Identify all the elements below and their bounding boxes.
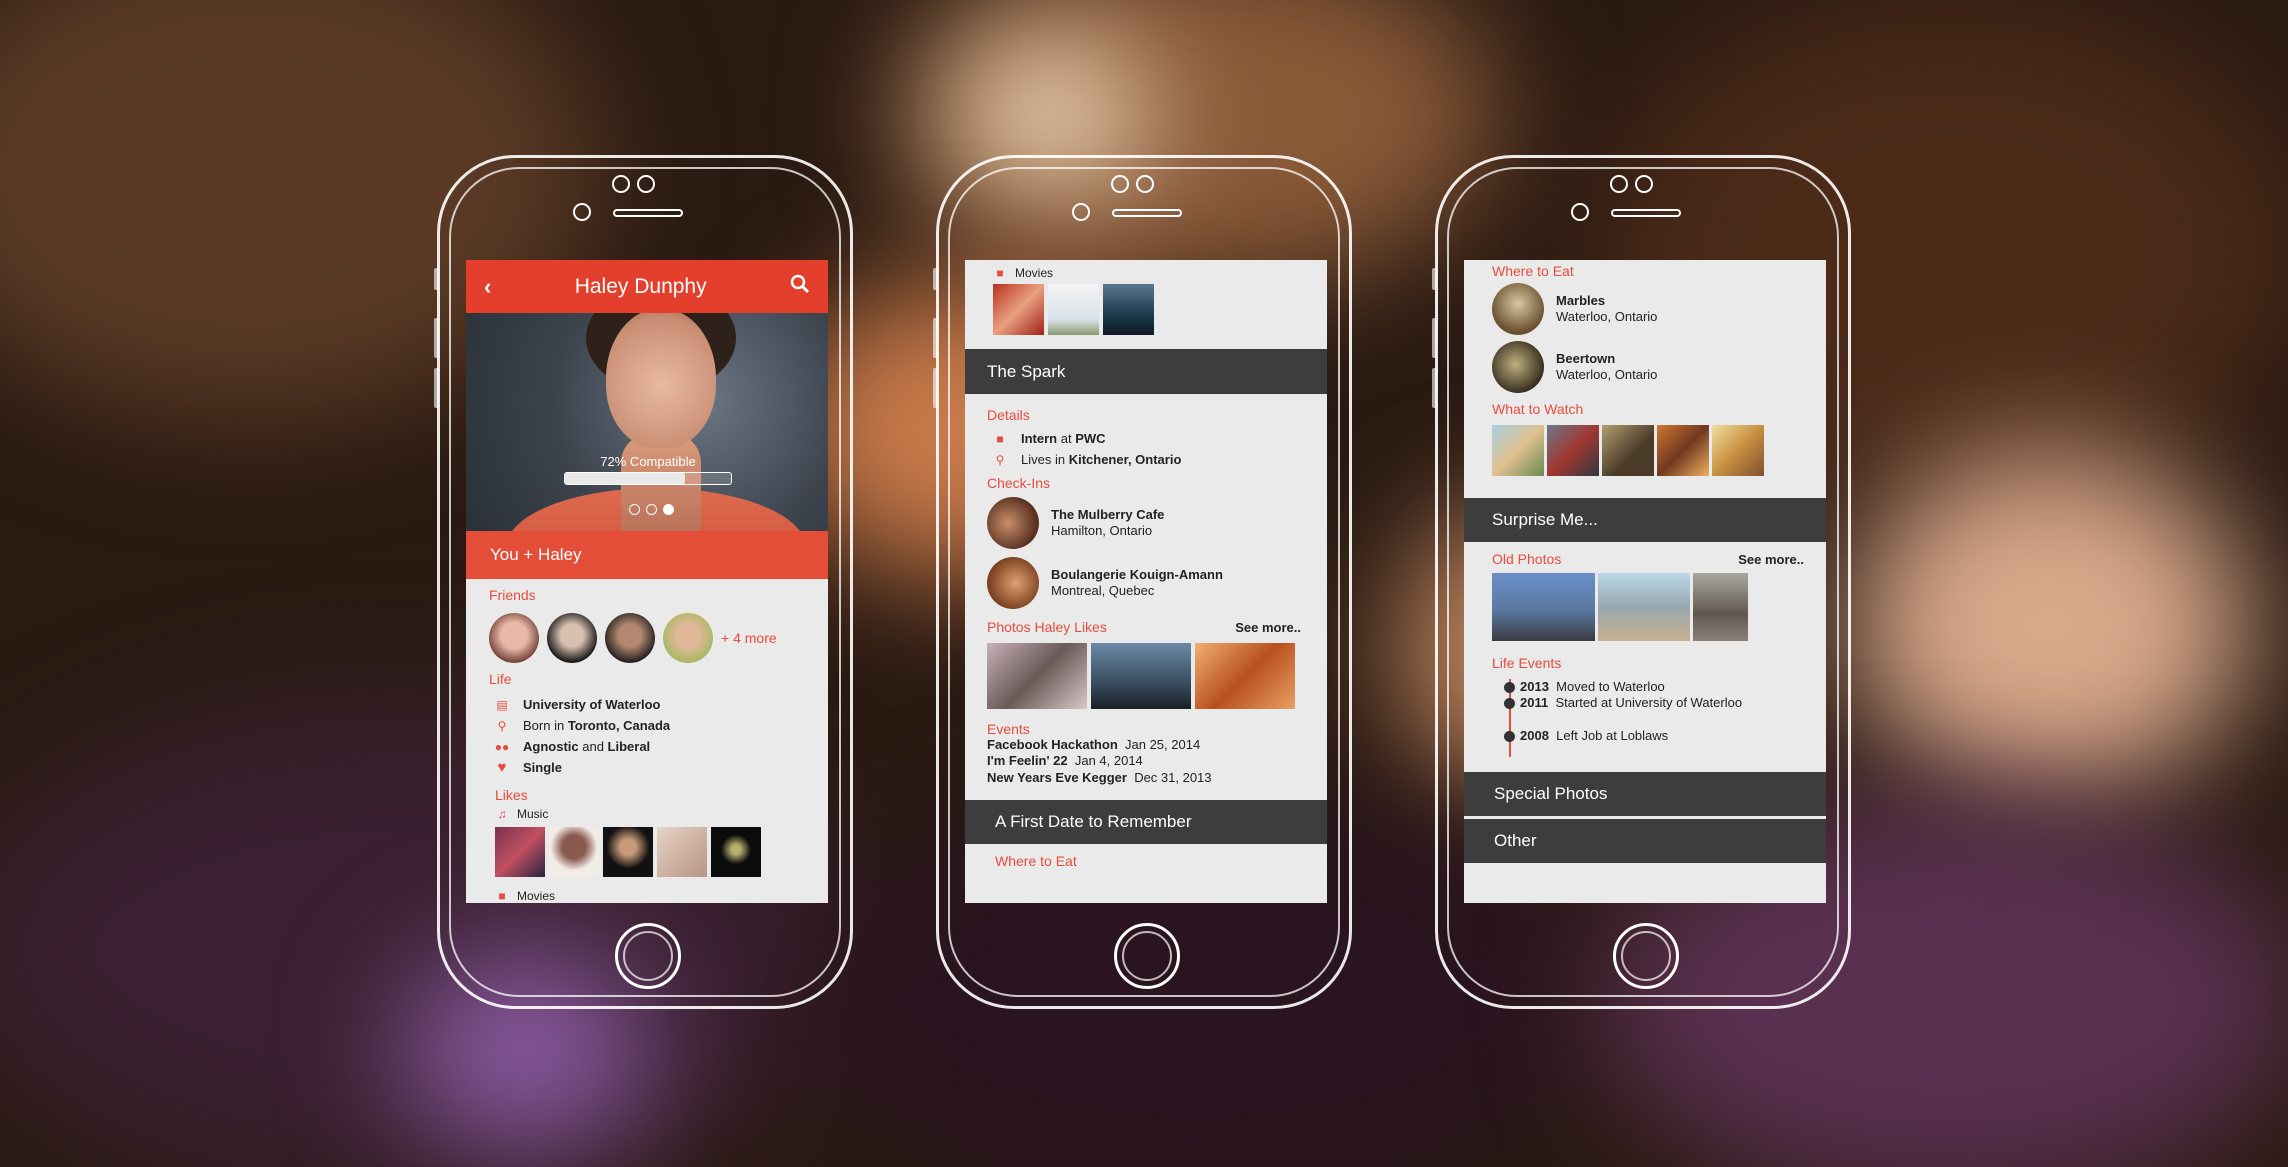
- location-pin-icon: ⚲: [497, 718, 507, 733]
- movies-row: ■ Movies: [993, 266, 1327, 280]
- life-beliefs: ●● Agnostic and Liberal: [494, 739, 651, 754]
- book-icon: ▤: [496, 697, 508, 712]
- heart-icon: ♥: [497, 759, 507, 776]
- special-photos-band[interactable]: Special Photos: [1464, 772, 1826, 819]
- details-title: Details: [987, 407, 1030, 423]
- compatibility-bar: [564, 472, 732, 485]
- life-events-title: Life Events: [1492, 655, 1562, 671]
- photos-likes-title: Photos Haley Likes: [987, 619, 1107, 635]
- restaurant-item[interactable]: Beertown Waterloo, Ontario: [1492, 341, 1826, 393]
- home-button[interactable]: [1114, 923, 1180, 989]
- home-button[interactable]: [1613, 923, 1679, 989]
- other-band[interactable]: Other: [1464, 819, 1826, 866]
- carousel-dot[interactable]: [646, 504, 657, 515]
- carousel-dot-active[interactable]: [663, 504, 674, 515]
- where-to-eat-cut: Where to Eat: [995, 852, 1077, 869]
- checkin-item[interactable]: Boulangerie Kouign-Amann Montreal, Quebec: [987, 557, 1327, 609]
- friend-avatar[interactable]: [489, 613, 539, 663]
- search-icon[interactable]: [790, 274, 810, 299]
- likes-title: Likes: [495, 787, 528, 803]
- friends-more-link[interactable]: + 4 more: [721, 630, 777, 646]
- restaurant-photo: [1492, 283, 1544, 335]
- movies-row-cut: ■ Movies: [495, 889, 828, 903]
- movie-poster[interactable]: [1712, 425, 1764, 476]
- spark-band[interactable]: The Spark: [965, 349, 1327, 397]
- back-icon[interactable]: ‹: [484, 274, 491, 300]
- compatibility-label: 72% Compatible: [600, 454, 696, 469]
- profile-screen: ‹ Haley Dunphy 72% Compatible You + Hale…: [466, 260, 828, 903]
- movie-poster[interactable]: [1103, 284, 1154, 335]
- old-photo[interactable]: [1598, 573, 1690, 641]
- old-photo[interactable]: [1693, 573, 1748, 641]
- surprise-me-band[interactable]: Surprise Me...: [1464, 498, 1826, 545]
- life-event-item: 2013 Moved to Waterloo: [1504, 679, 1826, 695]
- event-item[interactable]: Facebook Hackathon Jan 25, 2014: [987, 737, 1327, 753]
- event-item[interactable]: New Years Eve Kegger Dec 31, 2013: [987, 770, 1327, 786]
- movie-poster[interactable]: [1048, 284, 1099, 335]
- friend-avatar[interactable]: [547, 613, 597, 663]
- people-icon: ●●: [494, 739, 510, 754]
- where-to-eat-title: Where to Eat: [1492, 263, 1574, 279]
- event-item[interactable]: I'm Feelin' 22 Jan 4, 2014: [987, 753, 1327, 769]
- friends-title: Friends: [489, 587, 536, 603]
- see-more-link[interactable]: See more..: [1738, 552, 1804, 567]
- briefcase-icon: ■: [996, 431, 1004, 446]
- restaurant-item[interactable]: Marbles Waterloo, Ontario: [1492, 283, 1826, 335]
- liked-photo[interactable]: [1195, 643, 1295, 709]
- movie-poster[interactable]: [1492, 425, 1544, 476]
- friend-avatar[interactable]: [605, 613, 655, 663]
- movie-poster[interactable]: [1547, 425, 1599, 476]
- checkins-title: Check-Ins: [987, 475, 1051, 491]
- old-photos-title: Old Photos: [1492, 551, 1562, 567]
- album-cover[interactable]: [549, 827, 599, 877]
- album-cover[interactable]: [657, 827, 707, 877]
- date-ideas-screen: Where to Eat Marbles Waterloo, Ontario Be…: [1464, 260, 1826, 903]
- first-date-band[interactable]: A First Date to Remember: [965, 799, 1327, 847]
- life-education: ▤ University of Waterloo: [496, 697, 661, 712]
- checkin-item[interactable]: The Mulberry Cafe Hamilton, Ontario: [987, 497, 1327, 549]
- movie-poster[interactable]: [993, 284, 1044, 335]
- friend-avatar[interactable]: [663, 613, 713, 663]
- restaurant-photo: [1492, 341, 1544, 393]
- events-list: Facebook Hackathon Jan 25, 2014 I'm Feel…: [987, 737, 1327, 786]
- you-plus-band[interactable]: You + Haley: [466, 531, 828, 579]
- life-events-timeline: 2013 Moved to Waterloo 2011 Started at U…: [1492, 679, 1826, 757]
- checkin-photo: [987, 497, 1039, 549]
- music-row: ♫ Music: [495, 807, 828, 821]
- carousel-dots[interactable]: [629, 504, 674, 515]
- life-status: ♥ Single: [495, 759, 828, 776]
- location-pin-icon: ⚲: [995, 452, 1005, 467]
- old-photo[interactable]: [1492, 573, 1595, 641]
- home-button[interactable]: [615, 923, 681, 989]
- liked-photo[interactable]: [987, 643, 1087, 709]
- app-header: ‹ Haley Dunphy: [466, 260, 828, 313]
- spark-screen: ■ Movies The Spark Details ■ Intern at PWC…: [965, 260, 1327, 903]
- life-event-item: 2008 Left Job at Loblaws: [1504, 728, 1826, 744]
- life-birthplace: ⚲ Born in Toronto, Canada: [495, 718, 828, 733]
- album-cover[interactable]: [495, 827, 545, 877]
- album-cover[interactable]: [603, 827, 653, 877]
- video-camera-icon: ■: [498, 889, 506, 903]
- movie-poster[interactable]: [1602, 425, 1654, 476]
- video-camera-icon: ■: [996, 266, 1004, 280]
- life-event-item: 2011 Started at University of Waterloo: [1504, 695, 1826, 711]
- carousel-dot[interactable]: [629, 504, 640, 515]
- see-more-link[interactable]: See more..: [1235, 620, 1301, 635]
- life-title: Life: [489, 671, 512, 687]
- events-title: Events: [987, 721, 1030, 737]
- profile-photo[interactable]: 72% Compatible: [466, 313, 828, 531]
- movie-poster[interactable]: [1657, 425, 1709, 476]
- music-note-icon: ♫: [497, 807, 507, 821]
- liked-photo[interactable]: [1091, 643, 1191, 709]
- checkin-photo: [987, 557, 1039, 609]
- profile-name: Haley Dunphy: [574, 274, 707, 298]
- detail-location: ⚲ Lives in Kitchener, Ontario: [993, 452, 1327, 467]
- compatibility-meter: 72% Compatible: [564, 454, 732, 485]
- album-cover[interactable]: [711, 827, 761, 877]
- what-to-watch-title: What to Watch: [1492, 401, 1584, 417]
- detail-job: ■ Intern at PWC: [993, 431, 1327, 446]
